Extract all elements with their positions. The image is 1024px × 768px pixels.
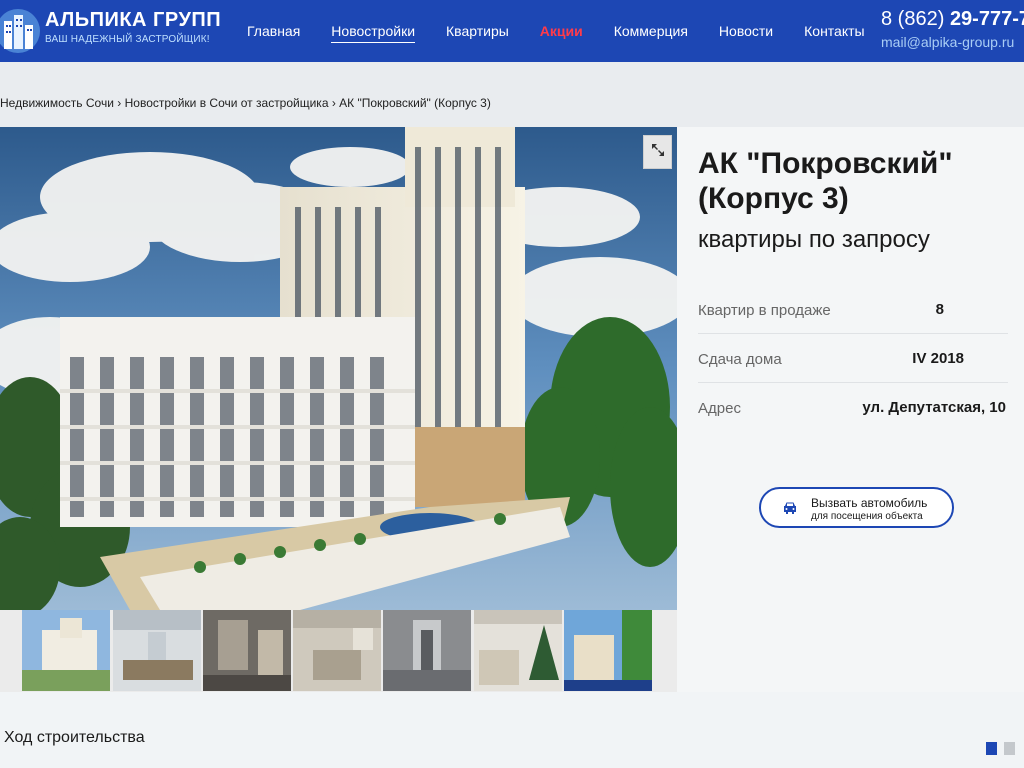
slider-dot-active[interactable] — [986, 742, 997, 755]
nav-new-buildings[interactable]: Новостройки — [331, 22, 416, 43]
logo-icon[interactable] — [0, 5, 42, 57]
thumbnail[interactable] — [564, 610, 652, 691]
nav-apartments[interactable]: Квартиры — [446, 22, 509, 43]
phone-number[interactable]: 8 (862) 29-777-75 — [881, 8, 1024, 31]
row-label: Сдача дома — [698, 351, 782, 368]
expand-icon — [651, 143, 665, 162]
thumbnail[interactable] — [203, 610, 291, 691]
fullscreen-button[interactable] — [643, 135, 672, 169]
breadcrumb: Недвижимость Сочи › Новостройки в Сочи о… — [0, 96, 491, 110]
nav-contacts[interactable]: Контакты — [804, 22, 864, 43]
thumbnail[interactable] — [113, 610, 201, 691]
property-row-completion: Сдача дома IV 2018 — [698, 335, 1008, 383]
row-value: 8 — [935, 301, 944, 318]
brand-name[interactable]: АЛЬПИКА ГРУПП — [45, 9, 221, 32]
nav-home[interactable]: Главная — [247, 22, 300, 43]
phone-prefix: 8 (862) — [881, 8, 950, 30]
nav-news[interactable]: Новости — [719, 22, 773, 43]
thumbnail[interactable] — [293, 610, 381, 691]
thumbnail[interactable] — [474, 610, 562, 691]
main-nav: Главная Новостройки Квартиры Акции Комме… — [247, 22, 896, 43]
property-row-apartments: Квартир в продаже 8 — [698, 286, 1008, 334]
breadcrumb-separator: › — [113, 96, 125, 110]
email-link[interactable]: mail@alpika-group.ru — [881, 34, 1014, 50]
call-car-label: Вызвать автомобиль — [811, 496, 928, 510]
thumbnail[interactable] — [383, 610, 471, 691]
nav-promotions[interactable]: Акции — [540, 22, 583, 43]
call-car-button[interactable]: Вызвать автомобиль для посещения объекта — [759, 487, 954, 528]
property-title: АК "Покровский" (Корпус 3) — [698, 147, 953, 215]
thumbnail-strip — [0, 610, 677, 692]
breadcrumb-link-realty[interactable]: Недвижимость Сочи — [0, 96, 114, 110]
row-label: Квартир в продаже — [698, 302, 831, 319]
construction-section — [0, 692, 1024, 768]
thumbnail[interactable] — [22, 610, 110, 691]
breadcrumb-link-new-buildings[interactable]: Новостройки в Сочи от застройщика — [125, 96, 329, 110]
row-value: ул. Депутатская, 10 — [862, 399, 1006, 416]
slider-dot[interactable] — [1004, 742, 1015, 755]
property-subtitle: квартиры по запросу — [698, 226, 930, 253]
breadcrumb-current: АК "Покровский" (Корпус 3) — [339, 96, 491, 110]
phone-main: 29-777-75 — [949, 8, 1024, 30]
breadcrumb-separator: › — [328, 96, 340, 110]
car-icon — [782, 500, 798, 521]
nav-commercial[interactable]: Коммерция — [614, 22, 688, 43]
property-row-address: Адрес ул. Депутатская, 10 — [698, 384, 1008, 432]
row-label: Адрес — [698, 400, 741, 417]
site-header: АЛЬПИКА ГРУПП ВАШ НАДЕЖНЫЙ ЗАСТРОЙЩИК! Г… — [0, 0, 1024, 62]
call-car-sublabel: для посещения объекта — [811, 511, 923, 522]
row-value: IV 2018 — [912, 350, 964, 367]
main-photo[interactable] — [0, 127, 677, 610]
construction-progress-title: Ход строительства — [4, 729, 145, 746]
brand-tagline: ВАШ НАДЕЖНЫЙ ЗАСТРОЙЩИК! — [45, 34, 210, 45]
